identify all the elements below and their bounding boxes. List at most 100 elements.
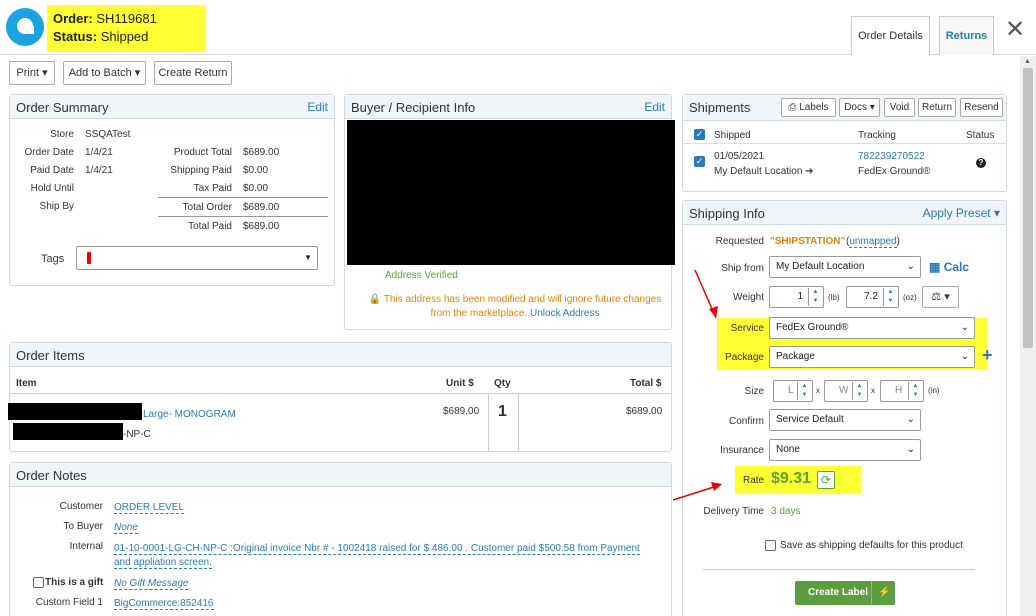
create-label-button[interactable]: Create Label ⚡ — [795, 581, 895, 605]
shipments-panel: Shipments ⎙ Labels Docs ▾ Void Return Re… — [682, 94, 1007, 192]
add-to-batch-button[interactable]: Add to Batch ▾ — [63, 61, 146, 85]
stepper-icon[interactable]: ▲ ▼ — [908, 382, 922, 400]
redacted-item-name — [8, 403, 142, 420]
order-status-highlight: Order: SH119681 Status: Shipped — [47, 5, 205, 52]
apply-preset-link[interactable]: Apply Preset ▾ — [923, 206, 1000, 220]
create-label-text: Create Label — [807, 587, 869, 598]
labels-label: Labels — [799, 102, 829, 113]
weight-oz-input[interactable]: 7.2 ▲ ▼ — [846, 286, 899, 308]
custom-field-link[interactable]: BigCommerce:852416 — [114, 598, 214, 610]
chevron-down-icon: ⌄ — [906, 444, 915, 455]
address-warning: 🔒 This address has been modified and wil… — [365, 293, 665, 321]
divider — [871, 581, 872, 605]
calc-label: Calc — [943, 260, 970, 274]
item-name-link[interactable]: Large- MONOGRAM — [143, 409, 236, 420]
product-total-value: $689.00 — [243, 147, 280, 158]
stepper-icon[interactable]: ▲ ▼ — [852, 382, 866, 400]
arrow-right-icon: ➔ — [805, 166, 814, 177]
tab-order-details[interactable]: Order Details — [851, 16, 930, 56]
size-length-placeholder: L — [788, 385, 794, 396]
requested-label: Requested — [715, 236, 764, 247]
chevron-down-icon: ⌄ — [960, 322, 969, 333]
lb-unit: (lb) — [828, 293, 840, 302]
delivery-value: 3 days — [771, 506, 801, 517]
divider — [10, 393, 671, 394]
store-value: SSQATest — [85, 129, 131, 140]
caret-down-icon: ▾ — [993, 206, 1000, 220]
scroll-up-icon[interactable]: ▲ — [1024, 58, 1031, 65]
stepper-icon[interactable]: ▲ ▼ — [808, 288, 822, 306]
customer-note-link[interactable]: ORDER LEVEL — [114, 502, 185, 514]
panel-title: Shipments — [689, 100, 751, 115]
tracking-link[interactable]: 782239270522 — [858, 151, 925, 162]
lightning-icon: ⚡ — [878, 587, 891, 598]
return-button[interactable]: Return — [918, 98, 956, 117]
confirm-select[interactable]: Service Default ⌄ — [769, 409, 921, 431]
shipment-row-checkbox[interactable]: ✓ — [694, 156, 705, 167]
void-button[interactable]: Void — [884, 98, 915, 117]
order-items-panel: Order Items Item Unit $ Qty Total $ Larg… — [8, 342, 672, 452]
redacted-item-sku — [13, 423, 123, 440]
printer-icon: ⎙ — [788, 102, 797, 113]
to-buyer-link[interactable]: None — [114, 522, 138, 534]
select-all-checkbox[interactable]: ✓ — [694, 129, 705, 140]
custom-field-label: Custom Field 1 — [35, 597, 103, 608]
gift-checkbox[interactable] — [33, 577, 44, 588]
shipping-paid-value: $0.00 — [243, 165, 269, 176]
service-label: Service — [730, 323, 764, 334]
shipment-location: My Default Location ➔ — [714, 166, 814, 177]
calc-button[interactable]: ▦ Calc — [929, 260, 969, 274]
insurance-select[interactable]: None ⌄ — [769, 439, 921, 461]
scale-button[interactable]: ⚖ ▾ — [922, 286, 959, 308]
col-total: Total $ — [630, 378, 662, 389]
internal-note-link[interactable]: 01-10-0001-LG-CH-NP-C :Original invoice … — [114, 542, 654, 570]
create-return-button[interactable]: Create Return — [154, 61, 232, 85]
size-label: Size — [744, 386, 764, 397]
question-icon[interactable]: ? — [976, 158, 986, 168]
store-label: Store — [50, 129, 74, 140]
labels-button[interactable]: ⎙ Labels — [781, 98, 836, 117]
tax-paid-label: Tax Paid — [193, 183, 232, 194]
weight-lb-input[interactable]: 1 ▲ ▼ — [769, 286, 824, 308]
shipstation-logo-icon — [6, 8, 44, 46]
divider — [158, 197, 328, 198]
edit-buyer-link[interactable]: Edit — [644, 100, 665, 114]
service-select[interactable]: FedEx Ground® ⌄ — [769, 317, 975, 339]
gift-message-link[interactable]: No Gift Message — [114, 578, 189, 590]
stepper-icon[interactable]: ▲ ▼ — [883, 288, 897, 306]
calculator-icon: ▦ — [929, 260, 941, 274]
caret-down-icon: ▾ — [134, 67, 141, 79]
refresh-rate-icon[interactable]: ⟳ — [817, 471, 835, 489]
unlock-address-link[interactable]: Unlock Address — [530, 308, 599, 319]
ship-by-label: Ship By — [39, 201, 74, 212]
docs-button[interactable]: Docs ▾ — [839, 98, 880, 117]
stepper-icon[interactable]: ▲ ▼ — [797, 382, 811, 400]
tax-paid-value: $0.00 — [243, 183, 269, 194]
tags-select[interactable]: ▼ — [76, 246, 318, 270]
panel-header — [10, 343, 671, 367]
close-icon[interactable]: ✕ — [1005, 18, 1025, 42]
chevron-down-icon: ⌄ — [906, 414, 915, 425]
package-select[interactable]: Package ⌄ — [769, 346, 975, 368]
resend-button[interactable]: Resend — [960, 98, 1003, 117]
print-button[interactable]: Print ▾ — [9, 61, 55, 85]
tags-label: Tags — [41, 253, 65, 265]
item-total: $689.00 — [626, 406, 663, 417]
docs-label: Docs — [844, 102, 867, 113]
unmapped-link[interactable]: unmapped — [849, 236, 897, 248]
size-width-input[interactable]: W ▲ ▼ — [824, 380, 868, 402]
add-package-icon[interactable]: + — [982, 345, 993, 366]
ship-from-select[interactable]: My Default Location ⌄ — [769, 256, 921, 278]
size-width-placeholder: W — [839, 385, 849, 396]
size-height-input[interactable]: H ▲ ▼ — [880, 380, 924, 402]
scrollbar-thumb[interactable] — [1023, 68, 1033, 348]
caret-down-icon: ▼ — [304, 253, 312, 262]
size-length-input[interactable]: L ▲ ▼ — [773, 380, 813, 402]
edit-summary-link[interactable]: Edit — [307, 100, 328, 114]
save-defaults-checkbox[interactable] — [765, 540, 776, 551]
size-x: x — [871, 386, 875, 395]
caret-down-icon: ▾ — [869, 102, 875, 113]
tab-returns[interactable]: Returns — [939, 16, 994, 55]
warning-text: This address has been modified and will … — [383, 294, 662, 319]
order-date-value: 1/4/21 — [85, 147, 113, 158]
